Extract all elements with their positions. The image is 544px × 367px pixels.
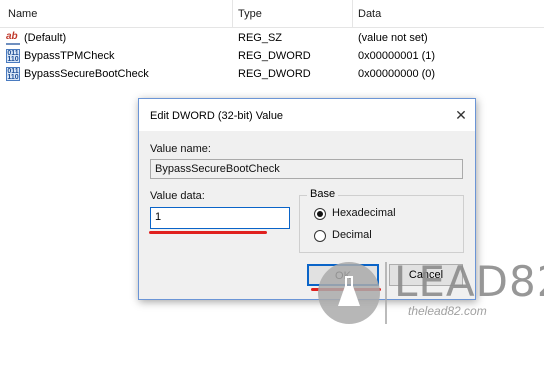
list-header: Name Type Data [0, 0, 544, 28]
value-data: 0x00000000 (0) [358, 68, 436, 80]
value-name: BypassTPMCheck [24, 50, 115, 62]
watermark-brand: LEAD82 [394, 257, 544, 306]
value-type: REG_DWORD [238, 50, 311, 62]
dialog-titlebar[interactable]: Edit DWORD (32-bit) Value ✕ [139, 99, 475, 131]
radio-decimal[interactable] [314, 230, 326, 242]
value-name-label: Value name: [150, 143, 211, 155]
column-header-type[interactable]: Type [238, 8, 262, 20]
radio-hexadecimal-label[interactable]: Hexadecimal [332, 207, 396, 219]
value-type: REG_DWORD [238, 68, 311, 80]
value-type: REG_SZ [238, 32, 283, 44]
column-header-name[interactable]: Name [8, 8, 37, 20]
registry-row-bypasstpmcheck[interactable]: 011 110 BypassTPMCheck REG_DWORD 0x000000… [0, 47, 544, 67]
value-name: BypassSecureBootCheck [24, 68, 149, 80]
registry-row-bypasssecurebootcheck[interactable]: 011 110 BypassSecureBootCheck REG_DWORD 0… [0, 65, 544, 85]
column-header-data[interactable]: Data [358, 8, 381, 20]
base-groupbox: Base Hexadecimal Decimal [299, 188, 464, 253]
registry-row-default[interactable]: ab (Default) REG_SZ (value not set) [0, 29, 544, 49]
value-data: (value not set) [358, 32, 428, 44]
column-divider[interactable] [232, 0, 233, 28]
value-name-field: BypassSecureBootCheck [150, 159, 463, 179]
highlight-underline [149, 231, 267, 234]
column-divider[interactable] [352, 0, 353, 28]
dialog-title: Edit DWORD (32-bit) Value [150, 110, 284, 122]
value-data-input[interactable]: 1 [150, 207, 290, 229]
value-data: 0x00000001 (1) [358, 50, 436, 62]
flask-icon [338, 276, 360, 306]
binary-value-icon: 011 110 [6, 49, 20, 63]
watermark-site: thelead82.com [408, 304, 487, 318]
base-label: Base [307, 188, 339, 200]
value-data-label: Value data: [150, 190, 205, 202]
value-name: (Default) [24, 32, 67, 44]
watermark-divider [385, 262, 387, 324]
radio-decimal-label[interactable]: Decimal [332, 229, 372, 241]
string-value-icon: ab [6, 31, 20, 45]
close-icon[interactable]: ✕ [453, 107, 469, 123]
binary-value-icon: 011 110 [6, 67, 20, 81]
radio-hexadecimal[interactable] [314, 208, 326, 220]
watermark-flask-logo [318, 262, 380, 324]
